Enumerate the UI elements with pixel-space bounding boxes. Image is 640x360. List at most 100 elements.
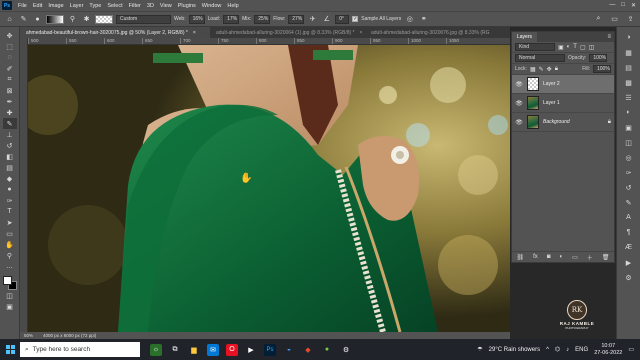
load-input[interactable]: 17% bbox=[223, 14, 240, 24]
menu-layer[interactable]: Layer bbox=[67, 3, 87, 9]
pen-tool-icon[interactable]: ✑ bbox=[3, 195, 17, 206]
eye-icon[interactable]: 👁︎ bbox=[515, 119, 523, 126]
marquee-tool-icon[interactable]: ⬚ bbox=[3, 41, 17, 52]
menu-select[interactable]: Select bbox=[104, 3, 125, 9]
paths-panel-icon[interactable]: ✑ bbox=[623, 167, 635, 178]
blur-tool-icon[interactable]: ◆ bbox=[3, 173, 17, 184]
menu-filter[interactable]: Filter bbox=[126, 3, 144, 9]
tab-document-1[interactable]: ahmedabad-beautiful-brown-hair-3020075.j… bbox=[20, 27, 210, 38]
link-layers-icon[interactable]: ⛓ bbox=[517, 254, 525, 261]
maximize-button[interactable]: □ bbox=[621, 2, 625, 9]
file-explorer-icon[interactable]: ▆ bbox=[188, 344, 200, 356]
task-view-icon[interactable]: ⧉ bbox=[169, 344, 181, 356]
channels-panel-icon[interactable]: ◎ bbox=[623, 152, 635, 163]
home-icon[interactable]: ⌂ bbox=[4, 14, 15, 25]
history-brush-tool-icon[interactable]: ↺ bbox=[3, 140, 17, 151]
frame-tool-icon[interactable]: ⊠ bbox=[3, 85, 17, 96]
brushes-panel-icon[interactable]: ✎ bbox=[623, 197, 635, 208]
clean-brush-icon[interactable]: ✱ bbox=[81, 14, 92, 25]
clone-stamp-tool-icon[interactable]: ⊥ bbox=[3, 129, 17, 140]
crop-tool-icon[interactable]: ⌗ bbox=[3, 74, 17, 85]
mix-input[interactable]: 25% bbox=[254, 14, 271, 24]
close-icon[interactable]: × bbox=[193, 30, 196, 36]
weather-icon[interactable]: ☂ bbox=[477, 346, 482, 353]
blend-mode-select[interactable]: Normal bbox=[515, 54, 565, 62]
fill-input[interactable]: 100% bbox=[593, 65, 611, 73]
rectangle-tool-icon[interactable]: ▭ bbox=[3, 228, 17, 239]
menu-file[interactable]: File bbox=[15, 3, 30, 9]
combination-preview[interactable] bbox=[95, 14, 113, 24]
new-layer-icon[interactable]: ＋ bbox=[587, 253, 593, 262]
document-info[interactable]: 4000 px x 6000 px (72 ppi) bbox=[43, 333, 96, 338]
document-canvas[interactable]: ✋ bbox=[28, 45, 510, 332]
eyedropper-tool-icon[interactable]: ✒ bbox=[3, 96, 17, 107]
menu-plugins[interactable]: Plugins bbox=[175, 3, 199, 9]
type-tool-icon[interactable]: T bbox=[3, 206, 17, 217]
mail-icon[interactable]: ✉ bbox=[207, 343, 219, 356]
eye-icon[interactable]: 👁︎ bbox=[515, 81, 523, 88]
adjustment-layer-icon[interactable]: ◐ bbox=[559, 254, 563, 260]
app-icon[interactable]: ● bbox=[321, 344, 333, 356]
healing-brush-tool-icon[interactable]: ✚ bbox=[3, 107, 17, 118]
patterns-panel-icon[interactable]: ▩ bbox=[623, 77, 635, 88]
tab-document-3[interactable]: adult-ahmedabad-alluring-3020076.jpg @ 8… bbox=[365, 27, 510, 38]
menu-3d[interactable]: 3D bbox=[144, 3, 157, 9]
delete-layer-icon[interactable]: 🗑︎ bbox=[602, 254, 610, 261]
color-panel-icon[interactable]: ◑ bbox=[623, 32, 635, 43]
quick-mask-icon[interactable]: ◫ bbox=[3, 290, 17, 301]
filter-pixel-icon[interactable]: ▣ bbox=[558, 44, 564, 51]
wet-input[interactable]: 16% bbox=[188, 14, 205, 24]
tab-layers[interactable]: Layers bbox=[512, 32, 538, 42]
add-mask-icon[interactable]: ◙ bbox=[547, 254, 551, 260]
search-icon[interactable]: ⌕ bbox=[593, 14, 604, 25]
sample-all-layers-checkbox[interactable]: ✓ bbox=[352, 16, 359, 22]
layer-row-background[interactable]: 👁︎ Background 🔒︎ bbox=[512, 113, 614, 132]
zoom-tool-icon[interactable]: ⚲ bbox=[3, 250, 17, 261]
dodge-tool-icon[interactable]: ● bbox=[3, 184, 17, 195]
airbrush-icon[interactable]: ✈ bbox=[307, 14, 318, 25]
opera-icon[interactable]: O bbox=[226, 343, 238, 356]
office-icon[interactable]: ◆ bbox=[302, 344, 314, 356]
clock[interactable]: 10:07 27-06-2022 bbox=[594, 343, 622, 357]
character-panel-icon[interactable]: A bbox=[623, 212, 635, 223]
layer-name[interactable]: Background bbox=[543, 119, 604, 125]
foreground-color-swatch[interactable] bbox=[2, 276, 12, 285]
load-brush-icon[interactable]: ⚲ bbox=[67, 14, 78, 25]
lock-pixels-icon[interactable]: ✎ bbox=[539, 66, 544, 73]
layer-row-layer-1[interactable]: 👁︎ Layer 1 bbox=[512, 94, 614, 113]
gradient-tool-icon[interactable]: ▤ bbox=[3, 162, 17, 173]
network-icon[interactable]: ⌬ bbox=[555, 346, 560, 353]
share-icon[interactable]: ⇪ bbox=[625, 14, 636, 25]
angle-input[interactable]: 0° bbox=[335, 14, 350, 24]
notifications-icon[interactable]: ▭ bbox=[628, 346, 634, 353]
filter-adjustment-icon[interactable]: ◐ bbox=[567, 44, 571, 50]
brush-swatch[interactable] bbox=[46, 14, 64, 24]
media-player-icon[interactable]: ▶ bbox=[245, 344, 257, 356]
tool-presets-panel-icon[interactable]: ⚙ bbox=[623, 272, 635, 283]
path-selection-tool-icon[interactable]: ➤ bbox=[3, 217, 17, 228]
layer-style-icon[interactable]: fx bbox=[533, 254, 538, 260]
panel-menu-icon[interactable]: ≡ bbox=[607, 34, 614, 40]
layer-row-layer-2[interactable]: 👁︎ Layer 2 bbox=[512, 75, 614, 94]
start-button[interactable] bbox=[0, 339, 20, 360]
menu-edit[interactable]: Edit bbox=[30, 3, 45, 9]
properties-panel-icon[interactable]: ☰ bbox=[623, 92, 635, 103]
weather-text[interactable]: 29°C Rain showers bbox=[489, 347, 540, 353]
flow-input[interactable]: 27% bbox=[288, 14, 305, 24]
history-panel-icon[interactable]: ↺ bbox=[623, 182, 635, 193]
minimize-button[interactable]: — bbox=[609, 2, 615, 9]
close-window-button[interactable]: ✕ bbox=[631, 2, 636, 9]
layer-name[interactable]: Layer 2 bbox=[543, 81, 611, 87]
lasso-tool-icon[interactable]: ◌ bbox=[3, 52, 17, 63]
language-indicator[interactable]: ENG bbox=[575, 347, 588, 353]
layer-name[interactable]: Layer 1 bbox=[543, 100, 611, 106]
settings-icon[interactable]: ⚙ bbox=[340, 344, 352, 356]
mixer-brush-icon[interactable]: ✎ bbox=[18, 14, 29, 25]
workspace-icon[interactable]: ▭ bbox=[609, 14, 620, 25]
hand-tool-icon[interactable]: ✋ bbox=[3, 239, 17, 250]
volume-icon[interactable]: ♪ bbox=[566, 347, 569, 353]
glyphs-panel-icon[interactable]: Æ bbox=[623, 242, 635, 253]
libraries-panel-icon[interactable]: ▣ bbox=[623, 122, 635, 133]
ruler-horizontal[interactable]: 500 550 600 650 700 750 800 850 900 950 … bbox=[28, 38, 510, 45]
menu-help[interactable]: Help bbox=[224, 3, 241, 9]
